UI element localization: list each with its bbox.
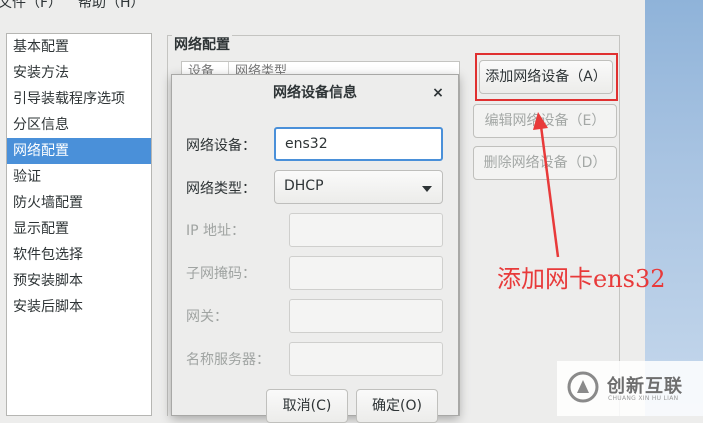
dns-input[interactable]	[289, 342, 443, 376]
sidebar-item-display[interactable]: 显示配置	[7, 216, 151, 242]
sidebar-item-post-script[interactable]: 安装后脚本	[7, 294, 151, 320]
dialog-title: 网络设备信息	[273, 85, 357, 101]
edit-device-button[interactable]: 编辑网络设备（E）	[473, 104, 617, 138]
dns-label: 名称服务器：	[186, 352, 270, 368]
sidebar-item-network[interactable]: 网络配置	[7, 138, 151, 164]
ok-button[interactable]: 确定(O)	[356, 389, 438, 423]
watermark: 创新互联 CHUANG XIN HU LIAN	[557, 361, 703, 416]
sidebar-item-install-method[interactable]: 安装方法	[7, 60, 151, 86]
sidebar-item-pre-script[interactable]: 预安装脚本	[7, 268, 151, 294]
gateway-input[interactable]	[289, 299, 443, 333]
highlight-box	[475, 53, 618, 101]
device-value: ens32	[285, 136, 328, 152]
sidebar-item-packages[interactable]: 软件包选择	[7, 242, 151, 268]
chevron-down-icon	[422, 186, 432, 192]
type-select[interactable]: DHCP	[274, 170, 443, 204]
sidebar-item-bootloader[interactable]: 引导装载程序选项	[7, 86, 151, 112]
network-device-dialog: 网络设备信息 × 网络设备： ens32 网络类型： DHCP IP 地址： 子…	[171, 74, 459, 423]
close-icon[interactable]: ×	[430, 84, 446, 102]
ip-label: IP 地址：	[186, 223, 246, 239]
type-value: DHCP	[284, 178, 324, 194]
device-input[interactable]: ens32	[274, 127, 443, 161]
cancel-button[interactable]: 取消(C)	[266, 389, 348, 423]
sidebar: 基本配置 安装方法 引导装载程序选项 分区信息 网络配置 验证 防火墙配置 显示…	[6, 33, 152, 416]
section-title: 网络配置	[172, 34, 232, 54]
brand-logo-icon	[567, 371, 599, 403]
annotation-text: 添加网卡ens32	[497, 265, 666, 293]
gateway-label: 网关：	[186, 309, 228, 325]
desktop-background	[645, 0, 703, 416]
sidebar-item-basic[interactable]: 基本配置	[7, 34, 151, 60]
sidebar-item-partition[interactable]: 分区信息	[7, 112, 151, 138]
sidebar-item-auth[interactable]: 验证	[7, 164, 151, 190]
device-label: 网络设备：	[186, 138, 256, 154]
netmask-input[interactable]	[289, 256, 443, 290]
netmask-label: 子网掩码：	[186, 266, 256, 282]
menubar: 文件（F） 帮助（H）	[0, 0, 645, 14]
menu-help[interactable]: 帮助（H）	[78, 0, 145, 12]
type-label: 网络类型：	[186, 181, 256, 197]
sidebar-item-firewall[interactable]: 防火墙配置	[7, 190, 151, 216]
menu-file[interactable]: 文件（F）	[0, 0, 62, 12]
watermark-sub: CHUANG XIN HU LIAN	[608, 395, 679, 402]
delete-device-button[interactable]: 删除网络设备（D）	[473, 146, 617, 180]
ip-input[interactable]	[289, 213, 443, 247]
